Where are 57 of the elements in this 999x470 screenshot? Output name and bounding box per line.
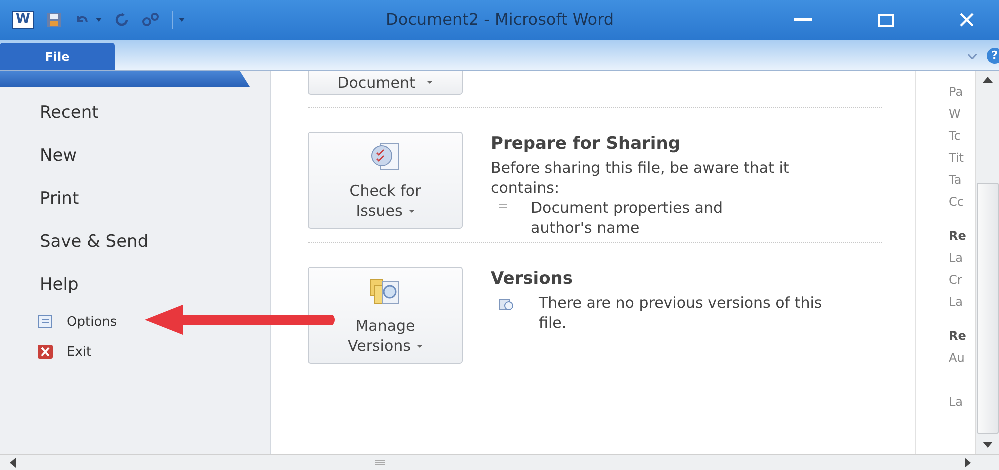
property-label: Au (949, 350, 966, 367)
property-label: W (949, 106, 962, 123)
property-label: La (949, 250, 964, 267)
scroll-thumb[interactable] (976, 183, 998, 434)
check-issues-button[interactable]: Check for Issues (308, 132, 463, 229)
word-app-icon[interactable]: W (12, 11, 34, 29)
nav-item[interactable]: Help (40, 264, 270, 307)
window-title: Document2 - Microsoft Word (386, 10, 614, 29)
scroll-down-icon[interactable] (982, 442, 992, 448)
dropdown-icon[interactable] (96, 18, 102, 22)
redo-icon[interactable] (114, 12, 130, 28)
scroll-left-icon[interactable] (10, 458, 16, 468)
document-button[interactable]: Document (308, 71, 463, 95)
nav-item[interactable]: New (40, 135, 270, 178)
save-icon[interactable] (46, 12, 62, 28)
checklist-icon (368, 140, 402, 172)
property-heading: Re (949, 228, 968, 245)
customize-icon[interactable] (142, 13, 160, 27)
vertical-scrollbar[interactable] (975, 71, 999, 454)
dropdown-icon[interactable] (179, 18, 186, 22)
property-label: La (949, 394, 964, 411)
caret-icon[interactable] (968, 54, 977, 59)
horizontal-scrollbar[interactable] (0, 454, 999, 470)
scroll-grip-icon[interactable] (375, 460, 385, 466)
caret-icon (408, 210, 415, 213)
nav-command[interactable]: Exit (67, 344, 92, 360)
nav-command[interactable]: Options (67, 314, 118, 330)
property-heading: Re (949, 328, 968, 345)
help-icon[interactable]: ? (987, 48, 999, 64)
bullet-text: Document properties and author's name (531, 198, 724, 238)
scroll-up-icon[interactable] (982, 77, 992, 83)
property-label: Pa (949, 84, 964, 101)
property-label: Cr (949, 272, 964, 289)
document-icon (38, 315, 53, 329)
bullet-icon (499, 204, 507, 209)
close-icon[interactable] (960, 13, 974, 27)
scroll-right-icon[interactable] (965, 458, 971, 468)
versions-icon (499, 299, 515, 312)
file-tab[interactable]: File (0, 43, 115, 70)
manage-versions-button[interactable]: Manage Versions (308, 267, 463, 364)
nav-item[interactable]: Print (40, 178, 270, 221)
nav-item[interactable]: Save & Send (40, 221, 270, 264)
maximize-icon[interactable] (878, 14, 894, 26)
minimize-icon[interactable] (794, 18, 812, 22)
versions-note: There are no previous versions of this file. (539, 293, 824, 333)
exit-icon (38, 345, 53, 359)
section-description: Before sharing this file, be aware that it contains: (491, 158, 790, 198)
section-heading: Versions (491, 269, 574, 289)
property-label: La (949, 294, 964, 311)
property-label: Ta (949, 172, 963, 189)
caret-icon (416, 344, 423, 348)
property-label: Tc (949, 128, 962, 145)
nav-item[interactable]: Recent (40, 92, 270, 135)
caret-icon (427, 81, 434, 84)
property-label: Tit (949, 150, 965, 167)
property-label: Cc (949, 194, 965, 211)
section-heading: Prepare for Sharing (491, 134, 682, 154)
